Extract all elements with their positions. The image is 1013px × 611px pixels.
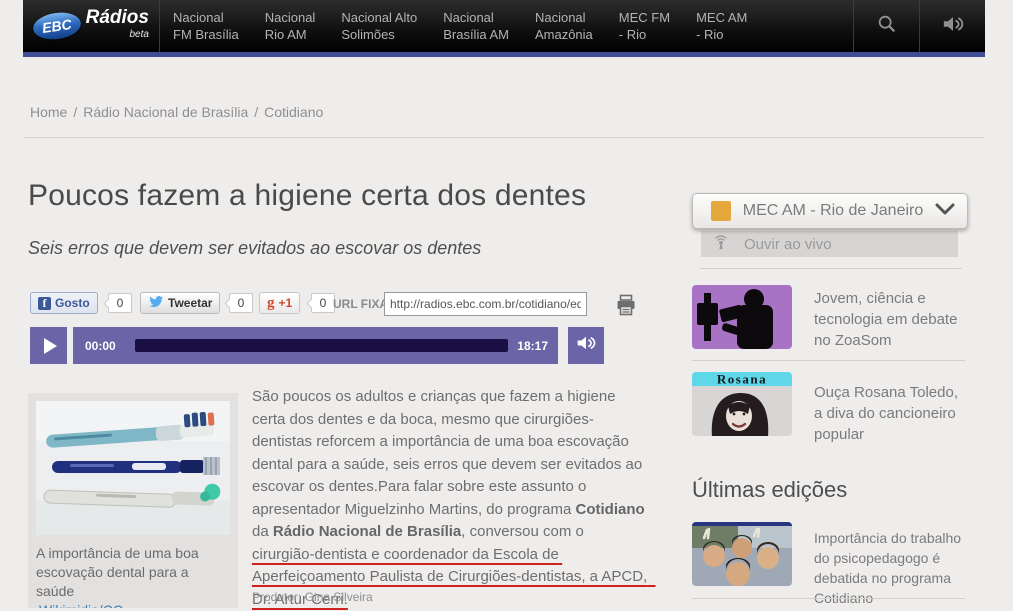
- facebook-icon: f: [38, 297, 51, 310]
- nav-item-line: MEC FM: [619, 9, 670, 26]
- sidebar-divider: [692, 598, 965, 599]
- search-button[interactable]: [853, 0, 919, 52]
- page: EBC Rádiosbeta NacionalFM Brasília Nacio…: [0, 0, 1013, 608]
- google-plus-one-count: 0: [311, 293, 335, 313]
- sidebar-item-zoasom[interactable]: Jovem, ciência e tecnologia em debate no…: [692, 285, 968, 351]
- volume-icon: [941, 13, 965, 40]
- play-icon: [44, 338, 57, 354]
- producer-credit: Produtor: Gina Silveira: [252, 590, 373, 604]
- nav-item-nacional-rio-am[interactable]: NacionalRio AM: [252, 0, 329, 52]
- sidebar-item-title: Importância do trabalho do psicopedagogo…: [814, 522, 968, 608]
- nav-item-line: Solimões: [341, 26, 417, 43]
- nav-item-line: Brasília AM: [443, 26, 509, 43]
- player-play-button[interactable]: [30, 327, 67, 364]
- sidebar-item-rosana-toledo[interactable]: Rosana Ouça Rosana Toledo, a diva do can…: [692, 372, 968, 445]
- thumbnail-zoasom-image: [692, 285, 792, 349]
- nav-item-line: - Rio: [619, 26, 670, 43]
- print-button[interactable]: [614, 293, 638, 317]
- nav-item-line: Nacional: [173, 9, 239, 26]
- station-selector-dropdown[interactable]: MEC AM - Rio de Janeiro: [692, 193, 968, 229]
- facebook-like-count: 0: [108, 293, 132, 313]
- breadcrumb: Home / Rádio Nacional de Brasília / Cotidian…: [30, 104, 323, 120]
- tweet-label: Tweetar: [168, 296, 212, 310]
- ebc-radios-logo[interactable]: EBC Rádiosbeta: [23, 0, 160, 52]
- nav-item-line: Rio AM: [265, 26, 316, 43]
- article-figure: A importância de uma boa escovação denta…: [28, 393, 238, 608]
- logo-beta-text: beta: [86, 26, 149, 43]
- listen-live-button[interactable]: Ouvir ao vivo: [701, 231, 958, 257]
- station-selector-label: MEC AM - Rio de Janeiro: [731, 202, 935, 220]
- body-bold-radio-nacional: Rádio Nacional de Brasília: [273, 523, 461, 540]
- nav-item-nacional-amazonia[interactable]: NacionalAmazônia: [522, 0, 606, 52]
- player-volume-icon: [575, 333, 597, 358]
- breadcrumb-home[interactable]: Home: [30, 104, 67, 120]
- player-current-time: 00:00: [85, 339, 116, 353]
- page-title: Poucos fazem a higiene certa dos dentes: [28, 179, 586, 213]
- nav-item-line: Nacional: [535, 9, 593, 26]
- tweet-count: 0: [229, 293, 253, 313]
- printer-icon: [614, 304, 638, 321]
- body-bold-cotidiano: Cotidiano: [576, 501, 645, 518]
- figure-caption-text: A importância de uma boa escovação denta…: [36, 545, 199, 599]
- nav-item-mec-fm-rio[interactable]: MEC FM- Rio: [606, 0, 683, 52]
- page-subtitle: Seis erros que devem ser evitados ao esc…: [28, 238, 481, 259]
- logo-wordmark: Rádiosbeta: [86, 9, 149, 43]
- nav-item-line: MEC AM: [696, 9, 747, 26]
- sidebar-item-psicopedagogo[interactable]: Importância do trabalho do psicopedagogo…: [692, 522, 968, 608]
- nav-item-line: Amazônia: [535, 26, 593, 43]
- plus-one-label: +1: [279, 296, 293, 310]
- nav-item-line: Nacional Alto: [341, 9, 417, 26]
- player-progress-track[interactable]: [135, 339, 508, 352]
- url-fixa-input[interactable]: [384, 292, 587, 316]
- thumbnail-rosana-image: Rosana: [692, 372, 792, 436]
- sidebar-item-title: Jovem, ciência e tecnologia em debate no…: [814, 285, 968, 351]
- player-volume-button[interactable]: [568, 327, 604, 364]
- listen-live-label: Ouvir ao vivo: [744, 236, 832, 253]
- google-g-icon: g: [267, 295, 275, 312]
- figure-caption: A importância de uma boa escovação denta…: [36, 544, 230, 608]
- top-navbar: EBC Rádiosbeta NacionalFM Brasília Nacio…: [23, 0, 985, 57]
- nav-item-line: FM Brasília: [173, 26, 239, 43]
- sidebar-divider: [692, 360, 965, 361]
- body-text: , conversou com o: [461, 523, 588, 540]
- sidebar-divider: [700, 268, 962, 269]
- broadcast-icon: [711, 232, 731, 256]
- breadcrumb-separator: /: [254, 104, 258, 120]
- header-divider: [23, 137, 985, 138]
- nav-item-nacional-fm-brasilia[interactable]: NacionalFM Brasília: [160, 0, 252, 52]
- google-plus-one-button[interactable]: g +1: [259, 292, 300, 314]
- station-color-swatch-icon: [711, 201, 731, 221]
- toothbrushes-photo: [36, 401, 230, 535]
- tweet-button[interactable]: Tweetar: [140, 292, 220, 314]
- facebook-like-button[interactable]: f Gosto: [30, 292, 98, 314]
- sidebar-item-title: Ouça Rosana Toledo, a diva do cancioneir…: [814, 372, 968, 445]
- nav-item-nacional-brasilia-am[interactable]: NacionalBrasília AM: [430, 0, 522, 52]
- nav-item-line: Nacional: [265, 9, 316, 26]
- breadcrumb-separator: /: [73, 104, 77, 120]
- article-body: São poucos os adultos e crianças que faz…: [252, 386, 650, 611]
- player-total-time: 18:17: [517, 339, 548, 353]
- search-icon: [876, 13, 898, 40]
- station-menu: NacionalFM Brasília NacionalRio AM Nacio…: [160, 0, 853, 52]
- player-bar: 00:00 18:17: [73, 327, 558, 364]
- ebc-logo-icon: EBC: [31, 10, 82, 42]
- nav-item-mec-am-rio[interactable]: MEC AM- Rio: [683, 0, 760, 52]
- nav-item-line: - Rio: [696, 26, 747, 43]
- logo-radios-text: Rádios: [86, 7, 149, 28]
- facebook-like-label: Gosto: [55, 296, 90, 310]
- nav-item-nacional-alto-solimoes[interactable]: Nacional AltoSolimões: [328, 0, 430, 52]
- latest-editions-heading: Últimas edições: [692, 477, 847, 503]
- nav-volume-button[interactable]: [919, 0, 985, 52]
- social-share-row: fGosto 0 Tweetar 0 g+1 0 URL FIXA:: [30, 292, 690, 322]
- chevron-down-icon: [935, 202, 955, 220]
- figure-credit-link[interactable]: Wikimidia/CC: [36, 602, 123, 608]
- body-text: São poucos os adultos e crianças que faz…: [252, 388, 646, 518]
- thumbnail-rosana-text: Rosana: [717, 372, 767, 387]
- nav-item-line: Nacional: [443, 9, 509, 26]
- breadcrumb-program[interactable]: Cotidiano: [264, 104, 323, 120]
- twitter-bird-icon: [148, 295, 164, 312]
- breadcrumb-station[interactable]: Rádio Nacional de Brasília: [83, 104, 248, 120]
- thumbnail-kids-image: [692, 522, 792, 586]
